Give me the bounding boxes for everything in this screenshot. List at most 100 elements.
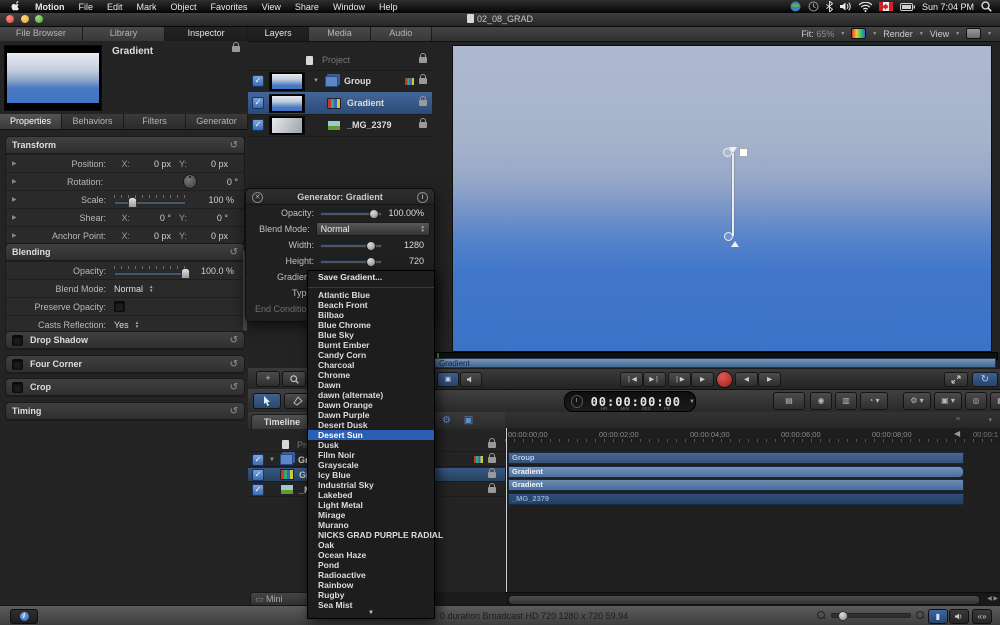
project-end-marker[interactable]: ◀ bbox=[954, 429, 960, 438]
timeline-ruler[interactable]: 00:00:00;0000:00:02;0000:00:04;0000:00:0… bbox=[505, 428, 1000, 443]
tab-media[interactable]: Media bbox=[309, 26, 370, 41]
previous-frame-button[interactable]: ◀ bbox=[735, 372, 758, 387]
gradient-preset-item[interactable]: Charcoal bbox=[308, 360, 434, 370]
play-button[interactable]: ▶ bbox=[691, 372, 714, 387]
lock-icon[interactable] bbox=[232, 46, 240, 52]
playhead[interactable] bbox=[506, 428, 507, 592]
render-menu-arrow[interactable]: ▼ bbox=[919, 31, 924, 37]
tab-layers[interactable]: Layers bbox=[248, 26, 309, 41]
gradient-preset-item[interactable]: Murano bbox=[308, 520, 434, 530]
shear-y-value[interactable]: 0 ° bbox=[192, 213, 228, 223]
rotation-value[interactable]: 0 ° bbox=[197, 177, 238, 187]
menu-item-save-gradient[interactable]: Save Gradient... bbox=[308, 271, 434, 284]
crop-checkbox[interactable] bbox=[12, 382, 23, 393]
scroll-thumb[interactable] bbox=[508, 595, 980, 605]
gradient-preset-item[interactable]: Dusk bbox=[308, 440, 434, 450]
lock-icon[interactable] bbox=[419, 122, 427, 128]
add-object-button[interactable]: + bbox=[256, 371, 280, 387]
gradient-preset-item[interactable]: Film Noir bbox=[308, 450, 434, 460]
track-height-icon[interactable]: ≡ bbox=[956, 416, 960, 423]
gradient-preset-item[interactable]: Icy Blue bbox=[308, 470, 434, 480]
hud-opacity-slider[interactable] bbox=[320, 208, 382, 218]
gradient-preset-item[interactable]: Desert Sun bbox=[308, 430, 434, 440]
drop-shadow-checkbox[interactable] bbox=[12, 335, 23, 346]
audio-mute-button[interactable] bbox=[460, 372, 482, 387]
tab-inspector[interactable]: Inspector bbox=[165, 26, 248, 41]
disclosure-icon[interactable]: ▶ bbox=[12, 160, 26, 167]
gradient-preset-item[interactable]: Desert Dusk bbox=[308, 420, 434, 430]
anchor-y-value[interactable]: 0 px bbox=[192, 231, 228, 241]
rotation-dial[interactable] bbox=[183, 174, 198, 189]
disclosure-icon[interactable]: ▶ bbox=[12, 178, 26, 185]
disclosure-icon[interactable]: ▶ bbox=[12, 214, 26, 221]
sync-icon[interactable] bbox=[790, 1, 801, 12]
position-x-value[interactable]: 0 px bbox=[135, 159, 171, 169]
disclosure-icon[interactable]: ▼ bbox=[313, 78, 319, 84]
info-button[interactable]: i bbox=[10, 609, 38, 624]
menu-item[interactable]: File bbox=[72, 2, 101, 12]
reset-icon[interactable]: ↺ bbox=[230, 359, 238, 370]
channels-icon[interactable] bbox=[851, 28, 866, 39]
gradient-preset-item[interactable]: Bilbao bbox=[308, 310, 434, 320]
reset-icon[interactable]: ↺ bbox=[230, 335, 238, 346]
layer-visibility-checkbox[interactable]: ✓ bbox=[252, 119, 264, 131]
wifi-icon[interactable] bbox=[859, 2, 872, 12]
timing-header[interactable]: Timing ↺ bbox=[6, 403, 244, 420]
timemachine-icon[interactable] bbox=[808, 1, 819, 12]
gradient-preset-item[interactable]: Dawn bbox=[308, 380, 434, 390]
gradient-preset-item[interactable]: Chrome bbox=[308, 370, 434, 380]
menu-item[interactable]: Window bbox=[326, 2, 372, 12]
show-audio-button[interactable] bbox=[949, 609, 969, 624]
disclosure-icon[interactable]: ▶ bbox=[12, 196, 26, 203]
gradient-preset-item[interactable]: Lakebed bbox=[308, 490, 434, 500]
next-frame-button[interactable]: ▶ bbox=[758, 372, 781, 387]
layer-visibility-checkbox[interactable]: ✓ bbox=[252, 454, 264, 466]
hud-blend-mode-popup[interactable]: Normal ▲▼ bbox=[316, 222, 430, 236]
scale-slider[interactable] bbox=[114, 194, 186, 206]
scale-value[interactable]: 100 % bbox=[186, 195, 234, 205]
show-keyframes-button[interactable]: «» bbox=[972, 609, 992, 624]
render-menu[interactable]: Render bbox=[883, 29, 913, 39]
spotlight-icon[interactable] bbox=[981, 1, 992, 12]
battery-icon[interactable] bbox=[900, 3, 915, 11]
menu-item[interactable]: Object bbox=[164, 2, 204, 12]
timecode-display[interactable]: 00:00:00:00 HRMINSECFR ▼ bbox=[564, 391, 696, 412]
blending-header[interactable]: Blending ↺ bbox=[6, 244, 244, 261]
timeline-track-area[interactable]: GroupGradientGradient_MG_2379 bbox=[505, 442, 1000, 592]
view-menu[interactable]: View bbox=[930, 29, 949, 39]
go-to-start-button[interactable]: ❘◀ bbox=[620, 372, 643, 387]
crop-header[interactable]: Crop ↺ bbox=[6, 379, 244, 396]
opacity-value[interactable]: 100.0 % bbox=[190, 266, 234, 276]
lock-icon[interactable] bbox=[419, 78, 427, 84]
hud-width-slider[interactable] bbox=[320, 240, 382, 250]
shear-x-value[interactable]: 0 ° bbox=[135, 213, 171, 223]
disclosure-icon[interactable]: ▼ bbox=[269, 457, 275, 463]
select-tool-button[interactable] bbox=[253, 393, 281, 409]
gradient-preset-item[interactable]: Ocean Haze bbox=[308, 550, 434, 560]
gradient-preset-item[interactable]: Dawn Purple bbox=[308, 410, 434, 420]
lock-icon[interactable] bbox=[488, 442, 496, 448]
gradient-color-handle[interactable] bbox=[739, 148, 748, 157]
timeline-track-bar[interactable]: Gradient bbox=[508, 479, 964, 491]
view-menu-arrow[interactable]: ▼ bbox=[955, 31, 960, 37]
flag-icon[interactable] bbox=[879, 2, 893, 11]
gradient-preset-item[interactable]: Rugby bbox=[308, 590, 434, 600]
hud-close-icon[interactable]: ✕ bbox=[252, 192, 263, 203]
canvas[interactable] bbox=[452, 45, 992, 352]
preserve-opacity-checkbox[interactable] bbox=[114, 301, 125, 312]
four-corner-header[interactable]: Four Corner ↺ bbox=[6, 356, 244, 373]
mini-timeline-tab[interactable]: ▭ Mini bbox=[250, 592, 308, 605]
layer-row-project[interactable]: Project bbox=[248, 50, 432, 71]
layer-row-mg2379[interactable]: ✓ _MG_2379 bbox=[248, 114, 432, 137]
anchor-x-value[interactable]: 0 px bbox=[135, 231, 171, 241]
gradient-preset-item[interactable]: Blue Chrome bbox=[308, 320, 434, 330]
gradient-preset-item[interactable]: Mirage bbox=[308, 510, 434, 520]
layer-visibility-checkbox[interactable]: ✓ bbox=[252, 97, 264, 109]
gradient-preset-item[interactable]: Dawn Orange bbox=[308, 400, 434, 410]
display-icon[interactable] bbox=[966, 28, 981, 39]
opacity-slider[interactable] bbox=[114, 265, 190, 277]
gradient-direction-line[interactable] bbox=[732, 153, 734, 236]
gradient-preset-item[interactable]: Beach Front bbox=[308, 300, 434, 310]
layer-visibility-checkbox[interactable]: ✓ bbox=[252, 469, 264, 481]
layer-visibility-checkbox[interactable]: ✓ bbox=[252, 484, 264, 496]
